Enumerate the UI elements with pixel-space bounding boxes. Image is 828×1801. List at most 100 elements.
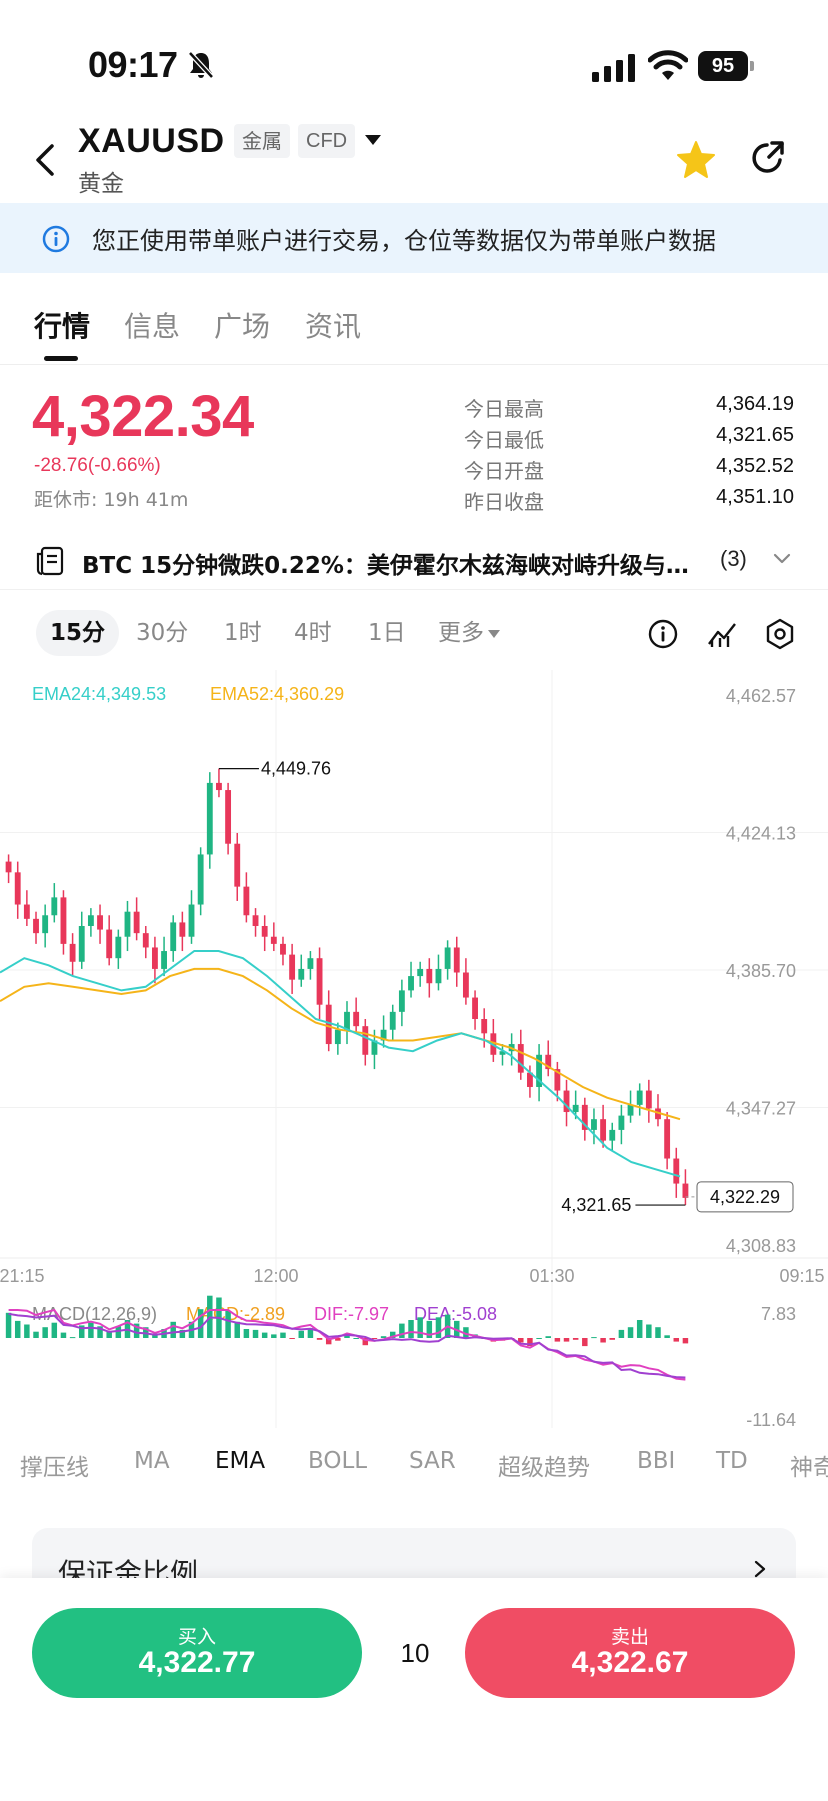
share-icon[interactable] xyxy=(750,140,786,176)
settings-hex-icon[interactable] xyxy=(764,618,796,650)
timeframe-more[interactable]: 更多 xyxy=(424,610,514,656)
sell-price: 4,322.67 xyxy=(571,1646,689,1679)
price-chart[interactable]: MACD(12,26,9) MACD:-2.89 DIF:-7.97 DEA:-5.0… xyxy=(0,670,828,1435)
sell-label: 卖出 xyxy=(610,1626,649,1648)
macd-histogram-bar xyxy=(627,1327,634,1338)
tab-square[interactable]: 广场 xyxy=(214,305,270,345)
indicator-ema[interactable]: EMA xyxy=(215,1448,265,1474)
tab-news[interactable]: 资讯 xyxy=(305,305,361,345)
stat-value: 4,351.10 xyxy=(716,486,794,508)
indicator-sar[interactable]: SAR xyxy=(409,1448,456,1474)
candle-body xyxy=(591,1119,597,1130)
macd-histogram-bar xyxy=(408,1320,414,1338)
dif-value-label: DIF:-7.97 xyxy=(314,1304,389,1324)
candle-body xyxy=(216,782,222,791)
candle-body xyxy=(60,897,67,944)
timeframe-1d[interactable]: 1日 xyxy=(354,610,420,656)
indicator-magic[interactable]: 神奇 xyxy=(790,1448,828,1482)
y-axis-label: 4,424.13 xyxy=(726,824,796,844)
wifi-icon xyxy=(648,50,688,80)
stat-label: 昨日收盘 xyxy=(464,490,544,514)
candle-body xyxy=(206,782,213,855)
macd-histogram-bar xyxy=(60,1332,67,1338)
candle-body xyxy=(636,1090,643,1105)
ema-lines xyxy=(0,950,681,1178)
macd-y-label: 7.83 xyxy=(761,1304,796,1324)
timeframe-4h[interactable]: 4时 xyxy=(280,610,346,656)
macd-histogram-bar xyxy=(243,1329,250,1338)
timeframe-more-label: 更多 xyxy=(438,620,484,646)
caret-down-icon[interactable] xyxy=(364,134,382,146)
info-circle-icon[interactable] xyxy=(647,618,679,650)
indicator-boll[interactable]: BOLL xyxy=(308,1448,367,1474)
stat-row-open: 今日开盘 4,352.52 xyxy=(464,455,794,485)
high-marker-label: 4,449.76 xyxy=(261,759,331,779)
candle-body xyxy=(252,915,259,926)
tab-market[interactable]: 行情 xyxy=(34,305,90,345)
candle-body xyxy=(51,897,58,916)
candle-body xyxy=(609,1129,616,1141)
candle-body xyxy=(334,1029,341,1045)
timeframe-1h[interactable]: 1时 xyxy=(210,610,276,656)
macd-histogram-bar xyxy=(636,1320,643,1338)
ema52-legend: EMA52:4,360.29 xyxy=(210,684,344,704)
sell-button[interactable]: 卖出 4,322.67 xyxy=(465,1608,795,1698)
news-ticker[interactable]: BTC 15分钟微跌0.22%：美伊霍尔木兹海峡对峙升级与… (3) xyxy=(0,530,828,590)
instrument-symbol[interactable]: XAUUSD xyxy=(78,122,225,161)
macd-histogram-bar xyxy=(51,1322,58,1338)
timeframe-30m[interactable]: 30分 xyxy=(122,610,202,656)
y-axis-label: 4,347.27 xyxy=(726,1098,796,1118)
candle-body xyxy=(170,922,177,952)
buy-button[interactable]: 买入 4,322.77 xyxy=(32,1608,362,1698)
price-change: -28.76(-0.66%) xyxy=(34,455,161,476)
tab-info[interactable]: 信息 xyxy=(124,305,180,345)
indicator-bbi[interactable]: BBI xyxy=(637,1448,675,1474)
macd-histogram-bar xyxy=(5,1312,12,1338)
y-axis-label: 4,462.57 xyxy=(726,686,796,706)
macd-histogram-bar xyxy=(353,1338,359,1339)
news-headline[interactable]: BTC 15分钟微跌0.22%：美伊霍尔木兹海峡对峙升级与… xyxy=(82,546,712,580)
y-axis-label: 4,385.70 xyxy=(726,961,796,981)
favorite-star-icon[interactable] xyxy=(676,140,716,180)
candle-body xyxy=(417,968,424,977)
lot-size[interactable]: 10 xyxy=(390,1638,440,1669)
indicator-supertrend[interactable]: 超级趋势 xyxy=(498,1448,590,1482)
candle-body xyxy=(664,1119,671,1159)
stat-label: 今日最高 xyxy=(464,397,544,421)
candle-body xyxy=(408,976,414,991)
indicator-chart-icon[interactable] xyxy=(706,618,738,650)
timeframe-15m[interactable]: 15分 xyxy=(36,610,120,656)
candle-body xyxy=(344,1011,350,1030)
chevron-down-icon[interactable] xyxy=(772,552,792,566)
macd-histogram-bar xyxy=(600,1338,606,1343)
info-icon xyxy=(42,225,70,253)
indicator-ma[interactable]: MA xyxy=(134,1448,170,1474)
candle-body xyxy=(69,943,76,962)
candle-body xyxy=(517,1044,524,1073)
product-type-tag: CFD xyxy=(298,124,356,158)
macd-histogram-bar xyxy=(316,1338,323,1340)
macd-histogram-bar xyxy=(14,1320,21,1338)
document-icon xyxy=(36,546,64,576)
candle-body xyxy=(270,936,277,944)
chart-canvas[interactable]: MACD(12,26,9) MACD:-2.89 DIF:-7.97 DEA:-5.0… xyxy=(0,670,828,1435)
cellular-signal-icon xyxy=(592,54,635,82)
macd-histogram-bar xyxy=(646,1324,652,1338)
battery-tip xyxy=(750,61,754,71)
stat-value: 4,364.19 xyxy=(716,393,794,415)
back-arrow-icon[interactable] xyxy=(30,140,60,180)
news-count: (3) xyxy=(720,546,747,571)
macd-histogram-bar xyxy=(618,1329,625,1338)
timeframe-selector: 15分 30分 1时 4时 1日 更多 xyxy=(0,600,828,666)
macd-histogram-bar xyxy=(563,1338,570,1342)
caret-down-icon xyxy=(488,629,500,638)
macd-histogram-bar xyxy=(88,1322,94,1338)
category-tag: 金属 xyxy=(234,124,290,158)
indicator-td[interactable]: TD xyxy=(716,1448,748,1474)
stat-row-low: 今日最低 4,321.65 xyxy=(464,424,794,454)
stat-label: 今日开盘 xyxy=(464,459,544,483)
header: XAUUSD 金属 CFD 黄金 xyxy=(0,110,828,200)
candle-body xyxy=(87,915,94,926)
indicator-support-resistance[interactable]: 撑压线 xyxy=(20,1448,89,1482)
x-axis-label: 09:15 xyxy=(779,1266,824,1286)
